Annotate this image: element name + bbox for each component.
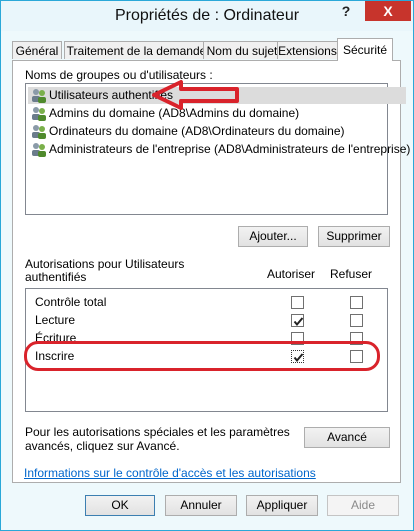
- tab-security[interactable]: Sécurité: [337, 38, 393, 61]
- cancel-button[interactable]: Annuler: [165, 495, 237, 516]
- permissions-label-line2: authentifiés: [25, 270, 87, 284]
- security-panel: Noms de groupes ou d'utilisateurs : Util…: [12, 60, 410, 483]
- tab-strip: Général Traitement de la demande Nom du …: [12, 38, 402, 61]
- perm-full-control-deny-checkbox[interactable]: [350, 296, 363, 309]
- annotation-arrow-icon: [152, 80, 239, 110]
- remove-button[interactable]: Supprimer: [318, 226, 390, 247]
- perm-full-control-allow-checkbox[interactable]: [291, 296, 304, 309]
- ok-button-label: OK: [111, 498, 129, 512]
- annotation-highlight-oval: [24, 341, 380, 371]
- deny-column-header: Refuser: [330, 267, 373, 281]
- users-icon: [32, 89, 46, 103]
- add-button[interactable]: Ajouter...: [238, 226, 308, 247]
- help-dialog-button-label: Aide: [350, 498, 376, 512]
- users-icon: [32, 107, 46, 121]
- ok-button[interactable]: OK: [85, 495, 155, 516]
- title-bar[interactable]: Propriétés de : Ordinateur ? X: [1, 1, 413, 31]
- perm-read-allow-checkbox[interactable]: [291, 314, 304, 327]
- add-button-label: Ajouter...: [249, 229, 297, 243]
- remove-button-label: Supprimer: [326, 229, 382, 243]
- special-permissions-text-line2: avancés, cliquez sur Avancé.: [25, 439, 180, 453]
- tab-request-handling[interactable]: Traitement de la demande: [64, 41, 209, 59]
- help-dialog-button[interactable]: Aide: [327, 495, 399, 516]
- apply-button-label: Appliquer: [256, 498, 308, 512]
- apply-button[interactable]: Appliquer: [246, 495, 318, 516]
- cancel-button-label: Annuler: [180, 498, 222, 512]
- perm-read-label: Lecture: [35, 313, 76, 327]
- properties-window: Propriétés de : Ordinateur ? X Général T…: [0, 0, 414, 531]
- access-control-info-link[interactable]: Informations sur le contrôle d'accès et …: [24, 466, 316, 480]
- users-icon: [32, 125, 46, 139]
- list-item-label: Administrateurs de l'entreprise (AD8\Adm…: [49, 142, 411, 156]
- permissions-label-line1: Autorisations pour Utilisateurs: [25, 257, 185, 271]
- checkmark-icon: [293, 317, 304, 327]
- advanced-button-label: Avancé: [327, 430, 367, 444]
- special-permissions-text-line1: Pour les autorisations spéciales et les …: [25, 425, 290, 439]
- allow-column-header: Autoriser: [267, 267, 316, 281]
- help-button[interactable]: ?: [332, 1, 360, 21]
- tab-extensions[interactable]: Extensions: [277, 41, 338, 59]
- list-item[interactable]: Ordinateurs du domaine (AD8\Ordinateurs …: [28, 123, 345, 140]
- list-item-label: Ordinateurs du domaine (AD8\Ordinateurs …: [49, 124, 345, 138]
- users-icon: [32, 143, 46, 157]
- perm-full-control-label: Contrôle total: [35, 295, 107, 309]
- close-button[interactable]: X: [365, 1, 411, 21]
- list-item[interactable]: Administrateurs de l'entreprise (AD8\Adm…: [28, 141, 410, 158]
- perm-read-deny-checkbox[interactable]: [350, 314, 363, 327]
- tab-general[interactable]: Général: [12, 41, 62, 59]
- advanced-button[interactable]: Avancé: [304, 427, 390, 448]
- tab-subject-name[interactable]: Nom du sujet: [203, 41, 281, 59]
